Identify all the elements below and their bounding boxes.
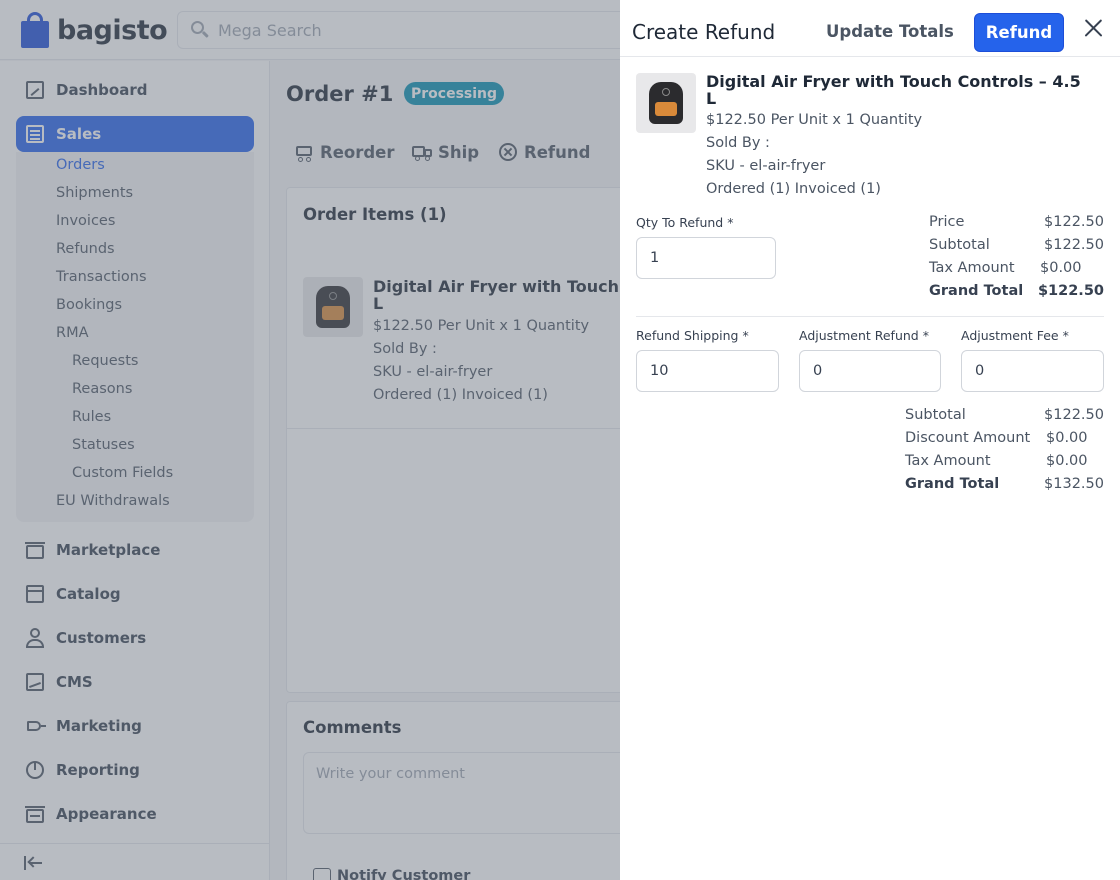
subtotal-value: $122.50 bbox=[1044, 407, 1104, 423]
price-value: $122.50 bbox=[1044, 214, 1104, 230]
update-totals-button[interactable]: Update Totals bbox=[826, 22, 954, 41]
adjustment-fee-input[interactable]: 0 bbox=[961, 350, 1104, 392]
subtotal-label: Subtotal bbox=[905, 407, 966, 423]
adjustment-refund-input[interactable]: 0 bbox=[799, 350, 941, 392]
product-ordered: Ordered (1) Invoiced (1) bbox=[706, 181, 881, 197]
item-tax-label: Tax Amount bbox=[929, 260, 1015, 276]
grand-total-value: $132.50 bbox=[1044, 476, 1104, 492]
qty-to-refund-label: Qty To Refund * bbox=[636, 215, 734, 230]
create-refund-drawer: Create Refund Update Totals Refund Digit… bbox=[620, 0, 1120, 880]
product-sku: SKU - el-air-fryer bbox=[706, 158, 826, 174]
adjustment-refund-label: Adjustment Refund * bbox=[799, 328, 929, 343]
product-name: Digital Air Fryer with Touch Controls – … bbox=[706, 72, 1081, 91]
price-label: Price bbox=[929, 214, 965, 230]
close-icon[interactable] bbox=[1082, 17, 1104, 39]
tax-amount-value: $0.00 bbox=[1046, 453, 1088, 469]
refund-shipping-label: Refund Shipping * bbox=[636, 328, 749, 343]
product-sold-by: Sold By : bbox=[706, 135, 770, 151]
item-grand-total-value: $122.50 bbox=[1037, 283, 1104, 299]
item-tax-value: $0.00 bbox=[1040, 260, 1082, 276]
grand-total-label: Grand Total bbox=[905, 476, 1000, 492]
item-subtotal-label: Subtotal bbox=[929, 237, 990, 253]
product-image bbox=[636, 73, 696, 133]
adjustment-fee-label: Adjustment Fee * bbox=[961, 328, 1069, 343]
modal-backdrop[interactable] bbox=[0, 0, 620, 880]
discount-amount-label: Discount Amount bbox=[905, 430, 1031, 446]
tax-amount-label: Tax Amount bbox=[905, 453, 991, 469]
item-subtotal-value: $122.50 bbox=[1044, 237, 1104, 253]
product-price-line: $122.50 Per Unit x 1 Quantity bbox=[706, 112, 923, 128]
refund-submit-button[interactable]: Refund bbox=[974, 13, 1064, 52]
qty-to-refund-input[interactable]: 1 bbox=[636, 237, 776, 279]
drawer-title: Create Refund bbox=[632, 20, 776, 44]
divider bbox=[636, 316, 1104, 317]
item-grand-total-label: Grand Total bbox=[929, 283, 1024, 299]
refund-shipping-input[interactable]: 10 bbox=[636, 350, 779, 392]
discount-amount-value: $0.00 bbox=[1046, 430, 1088, 446]
drawer-header: Create Refund Update Totals Refund bbox=[620, 0, 1120, 57]
product-name-cont: L bbox=[706, 89, 717, 108]
